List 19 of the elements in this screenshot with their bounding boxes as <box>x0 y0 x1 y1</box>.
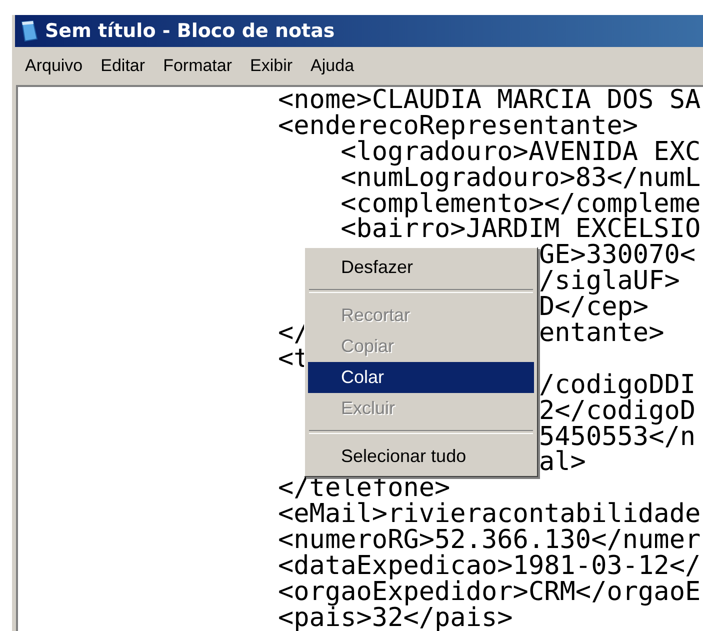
menu-bar-item[interactable]: Arquivo <box>16 54 92 78</box>
text-line: al> <box>539 450 586 476</box>
notepad-icon <box>19 20 39 42</box>
text-line: D</cep> <box>539 295 649 322</box>
menu-bar-item[interactable]: Exibir <box>241 54 302 78</box>
window-title: Sem título - Bloco de notas <box>45 20 335 42</box>
text-line: /siglaUF> <box>539 269 680 296</box>
text-line: entante> <box>539 321 664 347</box>
context-menu-item[interactable]: Colar <box>308 362 534 393</box>
menu-bar-item[interactable]: Editar <box>92 54 154 78</box>
menu-bar-item[interactable]: Ajuda <box>302 54 364 78</box>
text-line: GE>330070< <box>539 243 696 270</box>
menu-bar-item[interactable]: Formatar <box>154 54 242 78</box>
text-line: 2</codigoD <box>539 398 696 425</box>
text-editor[interactable] <box>16 85 703 631</box>
context-menu-item[interactable]: Desfazer <box>308 252 534 283</box>
text-line: 5450553</n <box>539 424 696 450</box>
context-menu-item[interactable]: Selecionar tudo <box>308 441 534 472</box>
text-line: /codigoDDI <box>539 372 696 399</box>
